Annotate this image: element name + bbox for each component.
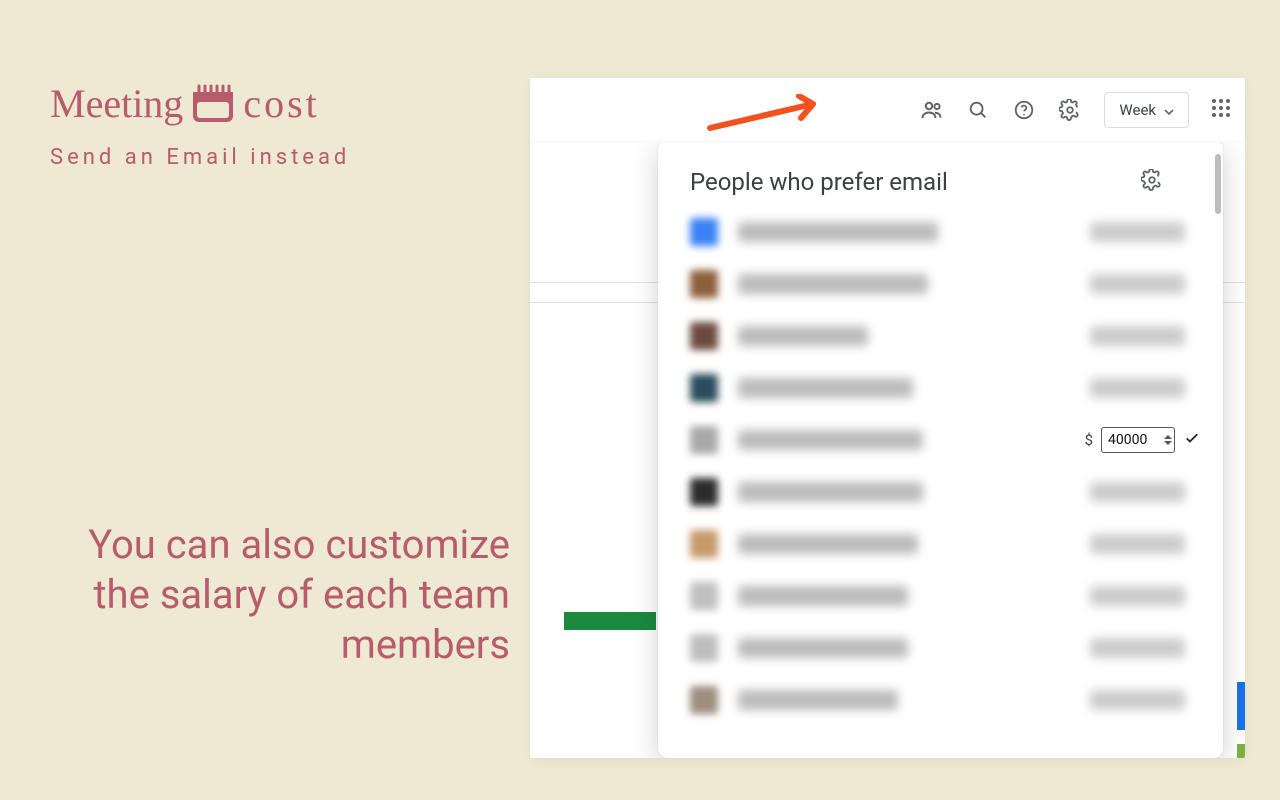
apps-grid-icon[interactable] xyxy=(1211,98,1231,122)
person-name-redacted xyxy=(738,274,928,294)
person-row[interactable] xyxy=(690,632,1211,664)
person-row[interactable] xyxy=(690,684,1211,716)
annotation-arrow xyxy=(705,94,835,136)
brand-word-1: Meeting xyxy=(50,80,183,127)
salary-value-redacted xyxy=(1090,534,1185,554)
avatar xyxy=(690,374,718,402)
calendar-toolbar: Week xyxy=(530,78,1245,142)
calendar-event-block xyxy=(1237,744,1245,758)
salary-input[interactable]: 40000 xyxy=(1101,427,1175,453)
salary-value-redacted xyxy=(1090,638,1185,658)
person-name-redacted xyxy=(738,534,918,554)
avatar xyxy=(690,218,718,246)
view-switcher-label: Week xyxy=(1119,101,1156,119)
people-icon[interactable] xyxy=(920,98,944,122)
currency-symbol: $ xyxy=(1085,431,1093,449)
person-name-redacted xyxy=(738,638,908,658)
avatar xyxy=(690,530,718,558)
avatar xyxy=(690,270,718,298)
chevron-down-icon xyxy=(1164,101,1174,119)
person-name-redacted xyxy=(738,326,868,346)
marketing-copy: You can also customize the salary of eac… xyxy=(50,520,510,670)
person-row[interactable] xyxy=(690,580,1211,612)
person-row[interactable] xyxy=(690,320,1211,352)
people-popover: People who prefer email $40000 xyxy=(658,140,1223,758)
person-row[interactable] xyxy=(690,372,1211,404)
confirm-check-icon[interactable] xyxy=(1183,429,1201,451)
app-screenshot-panel: Week People who prefer email $40000 xyxy=(530,78,1245,758)
person-row[interactable] xyxy=(690,268,1211,300)
view-switcher-button[interactable]: Week xyxy=(1104,92,1189,128)
salary-value-redacted xyxy=(1090,274,1185,294)
calendar-icon xyxy=(191,84,235,124)
calendar-event-block xyxy=(564,612,656,630)
popover-settings-gear-icon[interactable] xyxy=(1141,169,1163,195)
calendar-event-block xyxy=(1237,682,1245,730)
salary-value-redacted xyxy=(1090,690,1185,710)
salary-editor: $40000 xyxy=(1085,427,1201,453)
person-name-redacted xyxy=(738,586,908,606)
salary-value-redacted xyxy=(1090,482,1185,502)
stepper-arrows-icon[interactable] xyxy=(1164,435,1172,445)
settings-gear-icon[interactable] xyxy=(1058,98,1082,122)
salary-value: 40000 xyxy=(1108,432,1147,448)
salary-value-redacted xyxy=(1090,326,1185,346)
person-name-redacted xyxy=(738,378,913,398)
person-row[interactable] xyxy=(690,476,1211,508)
brand-logo: Meeting cost xyxy=(50,80,320,127)
salary-value-redacted xyxy=(1090,222,1185,242)
person-name-redacted xyxy=(738,482,923,502)
popover-title: People who prefer email xyxy=(690,168,948,196)
avatar xyxy=(690,426,718,454)
person-row[interactable] xyxy=(690,528,1211,560)
scrollbar-thumb[interactable] xyxy=(1215,154,1221,214)
person-name-redacted xyxy=(738,222,938,242)
avatar xyxy=(690,322,718,350)
help-icon[interactable] xyxy=(1012,98,1036,122)
person-row[interactable] xyxy=(690,216,1211,248)
person-row[interactable]: $40000 xyxy=(690,424,1211,456)
salary-value-redacted xyxy=(1090,586,1185,606)
person-name-redacted xyxy=(738,430,923,450)
brand-word-2: cost xyxy=(243,80,319,127)
avatar xyxy=(690,634,718,662)
avatar xyxy=(690,478,718,506)
search-icon[interactable] xyxy=(966,98,990,122)
salary-value-redacted xyxy=(1090,378,1185,398)
avatar xyxy=(690,686,718,714)
brand-tagline: Send an Email instead xyxy=(50,145,350,170)
avatar xyxy=(690,582,718,610)
person-name-redacted xyxy=(738,690,898,710)
